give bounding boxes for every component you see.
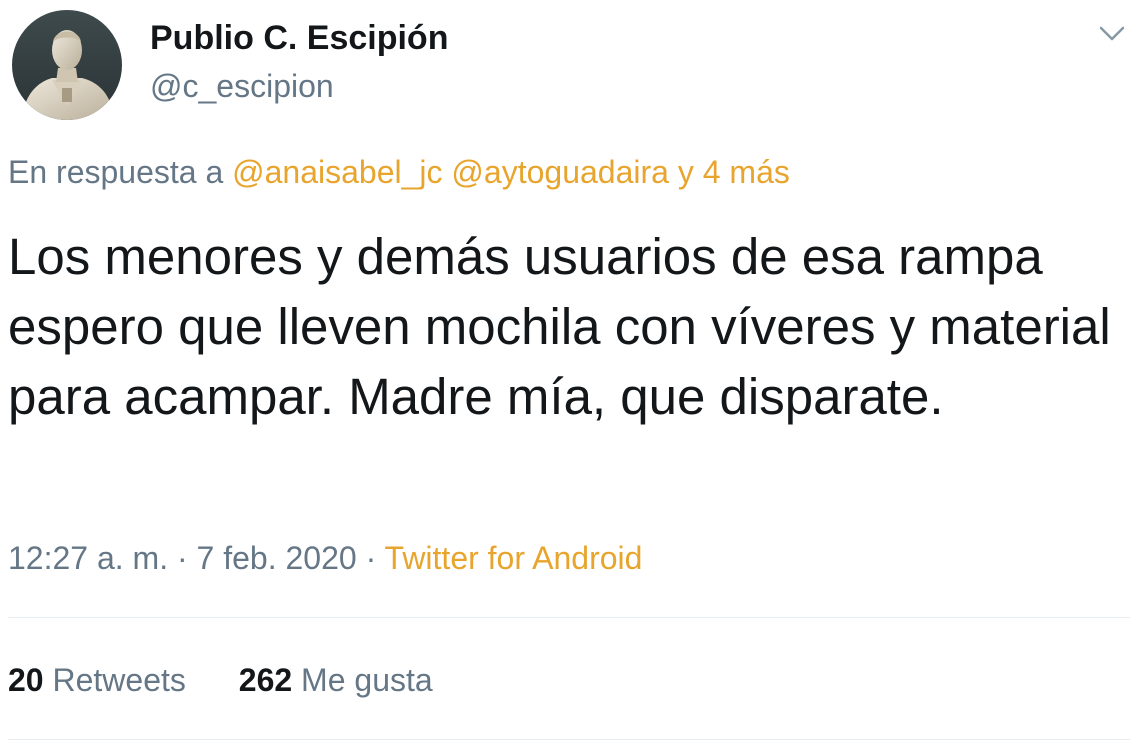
retweets-count: 20 xyxy=(8,662,44,698)
reply-context: En respuesta a @anaisabel_jc @aytoguadai… xyxy=(8,152,790,192)
likes-count: 262 xyxy=(238,662,293,698)
divider xyxy=(8,739,1130,740)
tweet-time[interactable]: 12:27 a. m. xyxy=(8,540,168,576)
likes-label: Me gusta xyxy=(301,662,433,698)
tweet-date[interactable]: 7 feb. 2020 xyxy=(197,540,357,576)
divider xyxy=(8,617,1130,618)
tweet-text: Los menores y demás usuarios de esa ramp… xyxy=(8,228,1111,425)
bust-statue-avatar-image xyxy=(12,10,122,120)
author-display-name[interactable]: Publio C. Escipión xyxy=(150,18,448,58)
avatar[interactable] xyxy=(12,10,122,120)
retweets-stat[interactable]: 20 Retweets xyxy=(8,660,186,700)
reply-prefix: En respuesta a xyxy=(8,154,224,190)
meta-separator: · xyxy=(176,540,188,576)
tweet-source-link[interactable]: Twitter for Android xyxy=(385,540,643,576)
meta-separator: · xyxy=(365,540,377,576)
chevron-down-icon[interactable] xyxy=(1094,18,1130,48)
mention-link-aytoguadaira[interactable]: @aytoguadaira xyxy=(451,154,669,190)
author-handle[interactable]: @c_escipion xyxy=(150,66,334,106)
mention-link-anaisabel[interactable]: @anaisabel_jc xyxy=(232,154,442,190)
more-mentions-link[interactable]: y 4 más xyxy=(678,154,790,190)
retweets-label: Retweets xyxy=(52,662,186,698)
tweet-stats: 20 Retweets 262 Me gusta xyxy=(8,660,477,700)
tweet-meta: 12:27 a. m. · 7 feb. 2020 · Twitter for … xyxy=(8,538,642,578)
likes-stat[interactable]: 262 Me gusta xyxy=(239,660,433,700)
